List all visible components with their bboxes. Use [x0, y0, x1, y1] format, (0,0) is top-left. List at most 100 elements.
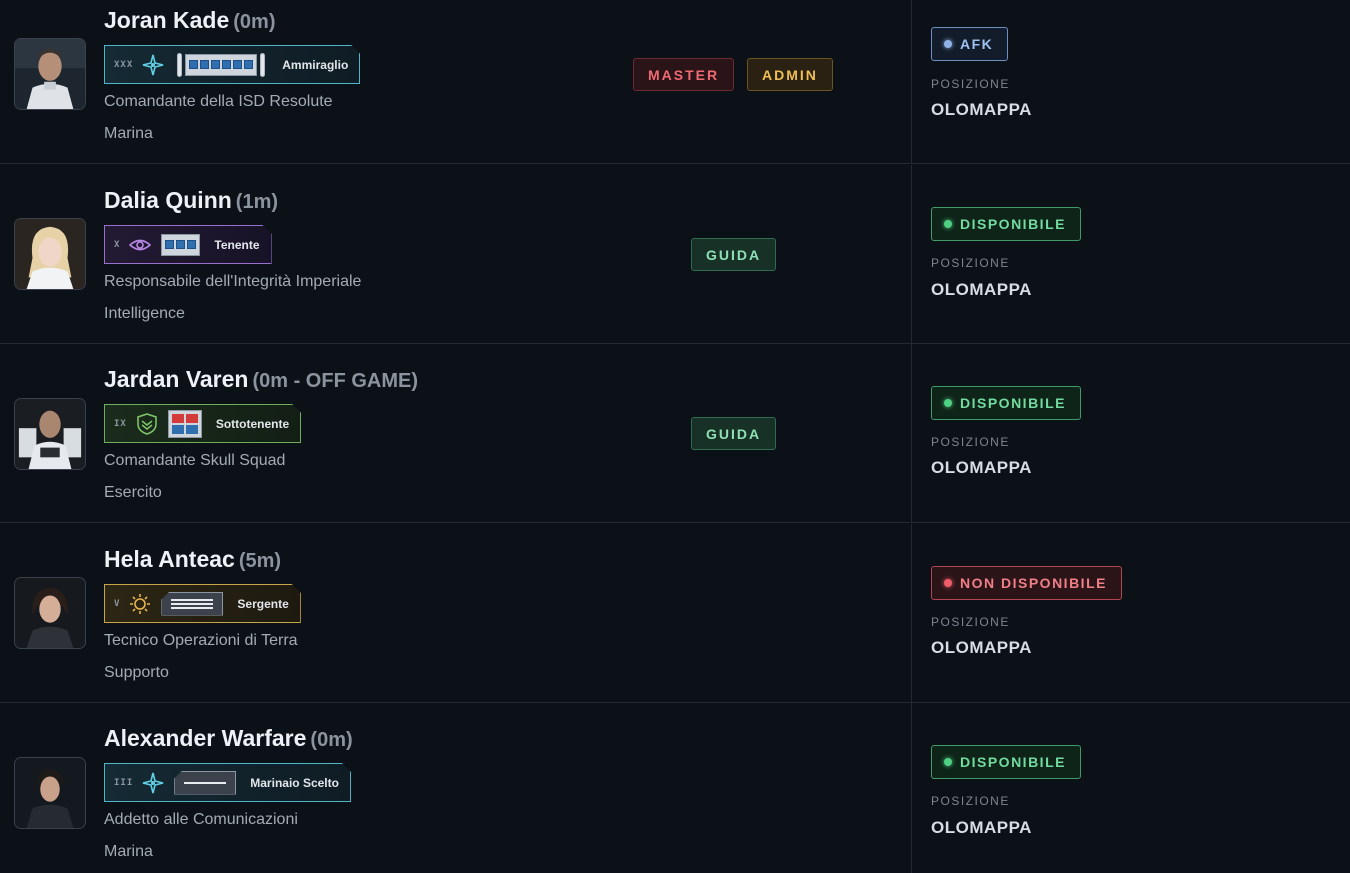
rank-insignia [161, 234, 200, 256]
avatar[interactable] [14, 218, 86, 290]
member-row[interactable]: Hela Anteac (5m) V Sergente Tecnico Opera… [0, 524, 1350, 703]
rank-badge[interactable]: XXX Ammiraglio [104, 45, 360, 84]
avatar[interactable] [14, 38, 86, 110]
position-label: POSIZIONE [931, 77, 1010, 91]
position-label: POSIZIONE [931, 794, 1010, 808]
rank-numeral: X [114, 239, 121, 250]
status-dot-icon [944, 399, 952, 407]
member-info: Alexander Warfare (0m) III Marinaio Scelt… [0, 703, 912, 873]
rank-label: Sergente [237, 596, 289, 611]
member-name-line: Dalia Quinn (1m) [104, 187, 278, 214]
rank-numeral: III [114, 777, 134, 788]
status-dot-icon [944, 758, 952, 766]
tag-master: MASTER [633, 58, 735, 91]
member-name: Dalia Quinn [104, 187, 232, 213]
rank-insignia [174, 53, 268, 77]
member-status-panel: DISPONIBILE POSIZIONE OLOMAPPA [913, 165, 1350, 343]
status-text: DISPONIBILE [960, 216, 1066, 232]
position-label: POSIZIONE [931, 435, 1010, 449]
member-time: (0m) [310, 729, 353, 751]
member-name-line: Jardan Varen (0m - OFF GAME) [104, 366, 418, 393]
member-row[interactable]: Alexander Warfare (0m) III Marinaio Scelt… [0, 703, 1350, 873]
member-division: Supporto [104, 664, 169, 681]
rank-badge[interactable]: V Sergente [104, 584, 301, 623]
rank-badge[interactable]: III Marinaio Scelto [104, 763, 351, 802]
rank-numeral: XXX [114, 59, 134, 70]
member-name: Hela Anteac [104, 546, 235, 572]
status-dot-icon [944, 40, 952, 48]
position-value: OLOMAPPA [931, 100, 1032, 119]
sun-gear-icon [129, 593, 151, 615]
rank-label: Marinaio Scelto [250, 775, 339, 790]
position-label: POSIZIONE [931, 256, 1010, 270]
avatar[interactable] [14, 398, 86, 470]
rank-insignia [161, 592, 223, 616]
member-info: Joran Kade (0m) XXX Ammiraglio Comandante… [0, 0, 912, 163]
member-name-line: Joran Kade (0m) [104, 7, 276, 34]
chevron-shield-icon [136, 413, 158, 435]
member-name: Jardan Varen [104, 366, 249, 392]
status-badge: NON DISPONIBILE [931, 566, 1122, 600]
rank-label: Sottotenente [215, 416, 290, 431]
avatar[interactable] [14, 577, 86, 649]
member-division: Intelligence [104, 305, 185, 322]
member-role: Comandante della ISD Resolute [104, 93, 333, 110]
rank-badge[interactable]: X Tenente [104, 225, 272, 264]
member-time: (0m) [233, 11, 276, 33]
member-division: Esercito [104, 484, 162, 501]
rank-badge[interactable]: IX Sottotenente [104, 404, 301, 443]
status-badge: DISPONIBILE [931, 386, 1081, 420]
status-badge: AFK [931, 27, 1009, 61]
member-roster: Joran Kade (0m) XXX Ammiraglio Comandante… [0, 0, 1350, 873]
rank-insignia [168, 410, 202, 438]
member-info: Hela Anteac (5m) V Sergente Tecnico Opera… [0, 524, 912, 702]
tag-guida: GUIDA [691, 417, 777, 450]
status-dot-icon [944, 220, 952, 228]
position-value: OLOMAPPA [931, 280, 1032, 299]
position-value: OLOMAPPA [931, 458, 1032, 477]
status-dot-icon [944, 579, 952, 587]
member-role: Comandante Skull Squad [104, 452, 286, 469]
position-value: OLOMAPPA [931, 818, 1032, 837]
member-info: Jardan Varen (0m - OFF GAME) IX Sottotene… [0, 344, 912, 522]
rank-numeral: IX [114, 418, 127, 429]
member-status-panel: DISPONIBILE POSIZIONE OLOMAPPA [913, 344, 1350, 522]
status-text: AFK [960, 36, 994, 52]
position-label: POSIZIONE [931, 615, 1010, 629]
starburst-icon [142, 772, 164, 794]
starburst-icon [142, 54, 164, 76]
member-status-panel: DISPONIBILE POSIZIONE OLOMAPPA [913, 703, 1350, 873]
status-badge: DISPONIBILE [931, 745, 1081, 779]
member-name: Joran Kade [104, 7, 230, 33]
member-time: (0m - OFF GAME) [252, 370, 419, 392]
member-time: (1m) [235, 191, 279, 213]
tag-guida: GUIDA [691, 238, 777, 271]
member-name: Alexander Warfare [104, 725, 307, 751]
tag-admin: ADMIN [747, 58, 833, 91]
member-division: Marina [104, 843, 153, 860]
status-badge: DISPONIBILE [931, 207, 1081, 241]
eye-icon [129, 234, 151, 256]
member-name-line: Hela Anteac (5m) [104, 546, 281, 573]
rank-insignia [174, 771, 236, 795]
member-info: Dalia Quinn (1m) X Tenente Responsabile d… [0, 165, 912, 343]
status-text: DISPONIBILE [960, 754, 1066, 770]
status-text: DISPONIBILE [960, 395, 1066, 411]
member-row[interactable]: Dalia Quinn (1m) X Tenente Responsabile d… [0, 165, 1350, 344]
position-value: OLOMAPPA [931, 638, 1032, 657]
member-time: (5m) [238, 550, 282, 572]
member-name-line: Alexander Warfare (0m) [104, 725, 353, 752]
member-division: Marina [104, 125, 153, 142]
status-text: NON DISPONIBILE [960, 575, 1107, 591]
avatar[interactable] [14, 757, 86, 829]
rank-label: Ammiraglio [282, 57, 349, 72]
member-row[interactable]: Jardan Varen (0m - OFF GAME) IX Sottotene… [0, 344, 1350, 523]
rank-numeral: V [114, 598, 121, 609]
member-role: Tecnico Operazioni di Terra [104, 632, 298, 649]
member-status-panel: AFK POSIZIONE OLOMAPPA [913, 0, 1350, 163]
member-role: Addetto alle Comunicazioni [104, 811, 298, 828]
rank-label: Tenente [214, 237, 260, 252]
member-role: Responsabile dell'Integrità Imperiale [104, 273, 362, 290]
member-row[interactable]: Joran Kade (0m) XXX Ammiraglio Comandante… [0, 0, 1350, 164]
member-status-panel: NON DISPONIBILE POSIZIONE OLOMAPPA [913, 524, 1350, 702]
